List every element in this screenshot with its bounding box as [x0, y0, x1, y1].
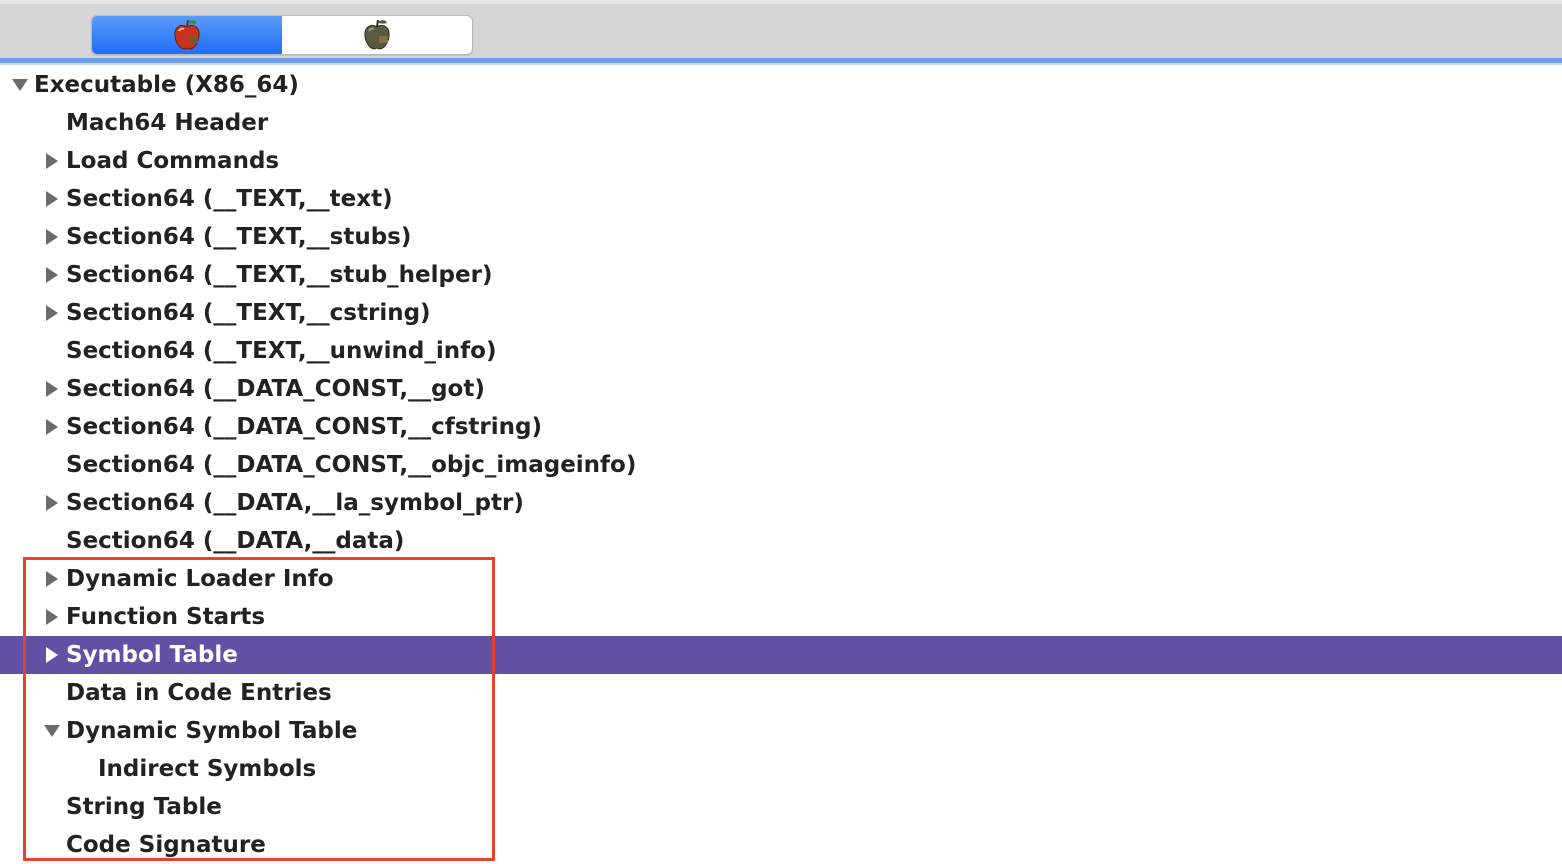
tree-row-section-text-unwind-info[interactable]: Section64 (__TEXT,__unwind_info) — [0, 332, 1562, 370]
tree-row-executable[interactable]: Executable (X86_64) — [0, 66, 1562, 104]
tree-row-string-table[interactable]: String Table — [0, 788, 1562, 826]
tree-row-label: Dynamic Loader Info — [66, 566, 334, 592]
disclosure-triangle-collapsed-icon[interactable] — [42, 294, 62, 332]
tree-row-symbol-table[interactable]: Symbol Table — [0, 636, 1562, 674]
tree-row-label: Indirect Symbols — [98, 756, 317, 782]
tree-row-label: Section64 (__DATA,__data) — [66, 528, 405, 554]
toolbar — [0, 0, 1562, 58]
tree-row-label: Section64 (__TEXT,__cstring) — [66, 300, 431, 326]
tree-row-label: Executable (X86_64) — [34, 72, 299, 98]
tree-row-label: Section64 (__TEXT,__stubs) — [66, 224, 412, 250]
outline-tree: Executable (X86_64) Mach64 Header Load C… — [0, 66, 1562, 864]
disclosure-triangle-collapsed-icon[interactable] — [42, 408, 62, 446]
tree-row-function-starts[interactable]: Function Starts — [0, 598, 1562, 636]
tree-row-section-data-const-got[interactable]: Section64 (__DATA_CONST,__got) — [0, 370, 1562, 408]
tree-row-data-in-code-entries[interactable]: Data in Code Entries — [0, 674, 1562, 712]
tree-row-label: Load Commands — [66, 148, 280, 174]
tree-row-label: Data in Code Entries — [66, 680, 332, 706]
disclosure-triangle-expanded-icon[interactable] — [10, 66, 30, 104]
tree-row-section-data-const-cfstring[interactable]: Section64 (__DATA_CONST,__cfstring) — [0, 408, 1562, 446]
disclosure-triangle-collapsed-icon[interactable] — [42, 560, 62, 598]
tree-row-section-text-cstring[interactable]: Section64 (__TEXT,__cstring) — [0, 294, 1562, 332]
tree-row-label: Section64 (__TEXT,__text) — [66, 186, 393, 212]
tree-row-load-commands[interactable]: Load Commands — [0, 142, 1562, 180]
toolbar-separator-light — [0, 63, 1562, 65]
view-mode-segmented-control — [91, 15, 473, 55]
tree-row-label: Function Starts — [66, 604, 266, 630]
tree-row-section-data-const-objc-imageinfo[interactable]: Section64 (__DATA_CONST,__objc_imageinfo… — [0, 446, 1562, 484]
tree-row-section-text-text[interactable]: Section64 (__TEXT,__text) — [0, 180, 1562, 218]
tree-row-label: Section64 (__DATA,__la_symbol_ptr) — [66, 490, 524, 516]
tree-row-label: Section64 (__DATA_CONST,__cfstring) — [66, 414, 542, 440]
tree-row-label: Section64 (__TEXT,__unwind_info) — [66, 338, 497, 364]
disclosure-triangle-collapsed-icon[interactable] — [42, 484, 62, 522]
tree-row-mach64-header[interactable]: Mach64 Header — [0, 104, 1562, 142]
disclosure-triangle-expanded-icon[interactable] — [42, 712, 62, 750]
segment-dark-apple[interactable] — [282, 16, 472, 54]
tree-row-section-data-data[interactable]: Section64 (__DATA,__data) — [0, 522, 1562, 560]
disclosure-triangle-collapsed-icon[interactable] — [42, 598, 62, 636]
tree-row-label: Symbol Table — [66, 642, 238, 668]
segment-red-apple[interactable] — [92, 16, 282, 54]
tree-row-label: Mach64 Header — [66, 110, 269, 136]
disclosure-triangle-collapsed-icon[interactable] — [42, 636, 62, 674]
disclosure-triangle-collapsed-icon[interactable] — [42, 180, 62, 218]
tree-row-section-data-la-symbol-ptr[interactable]: Section64 (__DATA,__la_symbol_ptr) — [0, 484, 1562, 522]
red-apple-icon — [174, 19, 200, 50]
tree-row-label: Section64 (__DATA_CONST,__got) — [66, 376, 485, 402]
tree-row-label: String Table — [66, 794, 222, 820]
tree-row-label: Dynamic Symbol Table — [66, 718, 358, 744]
tree-row-label: Section64 (__DATA_CONST,__objc_imageinfo… — [66, 452, 637, 478]
tree-row-code-signature[interactable]: Code Signature — [0, 826, 1562, 864]
tree-row-section-text-stubs[interactable]: Section64 (__TEXT,__stubs) — [0, 218, 1562, 256]
disclosure-triangle-collapsed-icon[interactable] — [42, 370, 62, 408]
disclosure-triangle-collapsed-icon[interactable] — [42, 142, 62, 180]
disclosure-triangle-collapsed-icon[interactable] — [42, 218, 62, 256]
tree-row-dynamic-symbol-table[interactable]: Dynamic Symbol Table — [0, 712, 1562, 750]
disclosure-triangle-collapsed-icon[interactable] — [42, 256, 62, 294]
dark-apple-icon — [364, 19, 390, 50]
tree-row-dynamic-loader-info[interactable]: Dynamic Loader Info — [0, 560, 1562, 598]
tree-row-label: Code Signature — [66, 832, 266, 858]
tree-row-label: Section64 (__TEXT,__stub_helper) — [66, 262, 493, 288]
tree-row-indirect-symbols[interactable]: Indirect Symbols — [0, 750, 1562, 788]
tree-row-section-text-stub-helper[interactable]: Section64 (__TEXT,__stub_helper) — [0, 256, 1562, 294]
